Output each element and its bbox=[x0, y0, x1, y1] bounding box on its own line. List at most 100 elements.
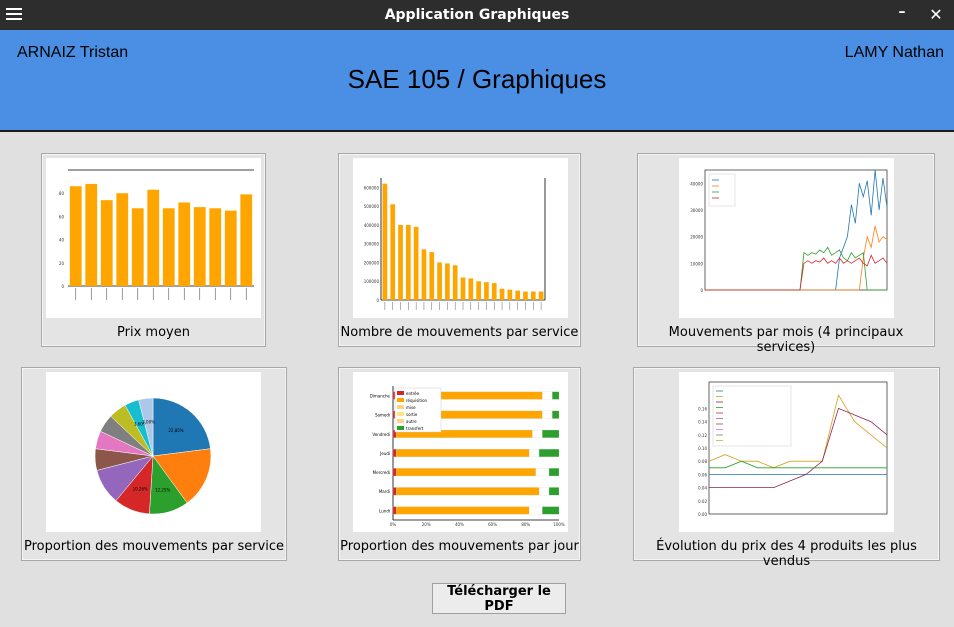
y-tick-label: 80 bbox=[59, 191, 65, 196]
y-tick-label: 20 bbox=[59, 261, 65, 266]
legend-label: sortie bbox=[406, 412, 418, 417]
y-tick-label: 60 bbox=[59, 214, 65, 219]
bar bbox=[398, 224, 403, 300]
x-tick-label: 20% bbox=[422, 522, 431, 527]
pie-percent-label: 10,26% bbox=[133, 486, 148, 491]
y-tick-label: Samedi bbox=[375, 413, 390, 418]
stacked-bar-segment bbox=[532, 429, 543, 438]
x-tick-label: 100% bbox=[553, 522, 565, 527]
window-title: Application Graphiques bbox=[384, 7, 570, 23]
bar bbox=[382, 183, 388, 300]
stacked-bar-chart-icon: Dimanche Samedi Vendredi Jeudi Mercredi Mardi… bbox=[353, 372, 568, 532]
y-tick-label: 0 bbox=[376, 298, 379, 303]
bar bbox=[429, 252, 435, 300]
bar-chart-icon: 0 20 40 60 80 bbox=[46, 158, 261, 318]
y-tick-label: 0 bbox=[700, 288, 703, 293]
bar bbox=[499, 288, 505, 300]
stacked-bar-segment bbox=[396, 468, 536, 477]
y-tick-label: Dimanche bbox=[370, 393, 391, 398]
minimize-icon[interactable]: – bbox=[894, 4, 910, 24]
pie-percent-label: 22,85% bbox=[168, 428, 183, 433]
legend-swatch bbox=[397, 405, 404, 409]
card-label: Prix moyen bbox=[117, 325, 190, 340]
legend-swatch bbox=[397, 391, 404, 395]
stacked-bar-segment bbox=[396, 487, 540, 496]
legend-box bbox=[708, 173, 736, 207]
stacked-bar-segment bbox=[529, 449, 540, 457]
bar bbox=[507, 289, 513, 300]
legend-label: entrée bbox=[406, 391, 420, 396]
y-tick-label: 0.00 bbox=[698, 512, 707, 517]
y-tick-label: Mardi bbox=[379, 489, 390, 494]
stacked-bar-segment bbox=[552, 391, 560, 400]
y-tick-label: 100000 bbox=[364, 279, 380, 284]
bar bbox=[523, 291, 528, 300]
y-tick-label: 40000 bbox=[690, 181, 703, 186]
bar bbox=[491, 283, 497, 300]
y-tick-label: 400000 bbox=[364, 223, 380, 228]
bar bbox=[193, 207, 206, 286]
bar bbox=[147, 189, 160, 286]
bar bbox=[116, 193, 129, 286]
stacked-bar-segment bbox=[529, 506, 543, 515]
y-tick-label: 500000 bbox=[364, 204, 380, 209]
line-chart-icon: 0 10000 20000 30000 40000 bbox=[679, 158, 894, 318]
legend-swatch bbox=[397, 398, 404, 402]
bar bbox=[162, 208, 175, 286]
bar bbox=[530, 291, 536, 300]
bar bbox=[405, 224, 411, 300]
stacked-bar-segment bbox=[542, 391, 553, 400]
chart-card-mouvements-mois[interactable]: 0 10000 20000 30000 40000 Mouvements par moi… bbox=[637, 153, 935, 355]
bar bbox=[224, 210, 237, 286]
bar bbox=[515, 290, 521, 300]
stacked-bar-segment bbox=[542, 429, 560, 438]
x-tick-label: 60% bbox=[488, 522, 497, 527]
legend-box bbox=[712, 385, 792, 447]
y-tick-label: 0.14 bbox=[698, 420, 707, 425]
bar bbox=[476, 281, 481, 300]
y-tick-label: 200000 bbox=[364, 260, 380, 265]
download-pdf-button[interactable]: Télécharger le PDF bbox=[432, 583, 566, 614]
chart-card-mouvements-service[interactable]: 0 100000 200000 300000 400000 500000 600000 No… bbox=[338, 153, 581, 347]
y-tick-label: 0.12 bbox=[698, 433, 707, 438]
stacked-bar-segment bbox=[396, 506, 530, 515]
close-icon[interactable]: ✕ bbox=[928, 5, 944, 25]
bar bbox=[178, 202, 191, 286]
bar bbox=[390, 204, 396, 300]
line-chart-icon: 0.00 0.02 0.04 0.06 0.08 0.10 0.12 0.14 0.16 bbox=[679, 372, 894, 532]
bar bbox=[538, 291, 544, 300]
card-label: Proportion des mouvements par jour bbox=[340, 539, 579, 554]
author-left: ARNAIZ Tristan bbox=[17, 44, 129, 61]
chart-card-proportion-service[interactable]: 22,85% 12,25% 10,26% 3,60% 3,00% Proportion … bbox=[21, 367, 287, 561]
bar bbox=[240, 194, 253, 286]
stacked-bar-segment bbox=[538, 487, 550, 496]
chart-card-evolution-prix[interactable]: 0.00 0.02 0.04 0.06 0.08 0.10 0.12 0.14 0.16 Évo… bbox=[633, 367, 940, 569]
bar bbox=[460, 277, 466, 300]
y-tick-label: 30000 bbox=[690, 208, 703, 213]
bar bbox=[468, 278, 474, 300]
stacked-bar-segment bbox=[535, 468, 550, 477]
author-right: LAMY Nathan bbox=[844, 44, 944, 61]
bar bbox=[421, 249, 427, 300]
y-tick-label: 0.10 bbox=[698, 446, 707, 451]
chart-card-prix-moyen[interactable]: 0 20 40 60 80 Prix moyen bbox=[41, 153, 266, 347]
stacked-bar-segment bbox=[552, 410, 560, 419]
y-tick-label: Jeudi bbox=[379, 451, 390, 456]
stacked-bar-segment bbox=[548, 468, 560, 477]
stacked-bar-segment bbox=[542, 506, 560, 515]
y-tick-label: 0.04 bbox=[698, 486, 707, 491]
y-tick-label: 600000 bbox=[364, 185, 380, 190]
pie-percent-label: 3,00% bbox=[142, 420, 155, 425]
y-tick-label: 10000 bbox=[690, 261, 703, 266]
bar-chart-icon: 0 100000 200000 300000 400000 500000 600000 bbox=[353, 158, 568, 318]
y-tick-label: Mercredi bbox=[373, 470, 390, 475]
stacked-bar-segment bbox=[392, 487, 397, 496]
bar bbox=[484, 282, 489, 300]
stacked-bar-segment bbox=[396, 449, 530, 457]
y-tick-label: 0.16 bbox=[698, 406, 707, 411]
bar bbox=[100, 200, 113, 286]
x-tick-label: 40% bbox=[455, 522, 464, 527]
chart-card-proportion-jour[interactable]: Dimanche Samedi Vendredi Jeudi Mercredi Mardi… bbox=[338, 367, 581, 561]
legend-swatch bbox=[397, 419, 404, 423]
y-tick-label: 20000 bbox=[690, 235, 703, 240]
